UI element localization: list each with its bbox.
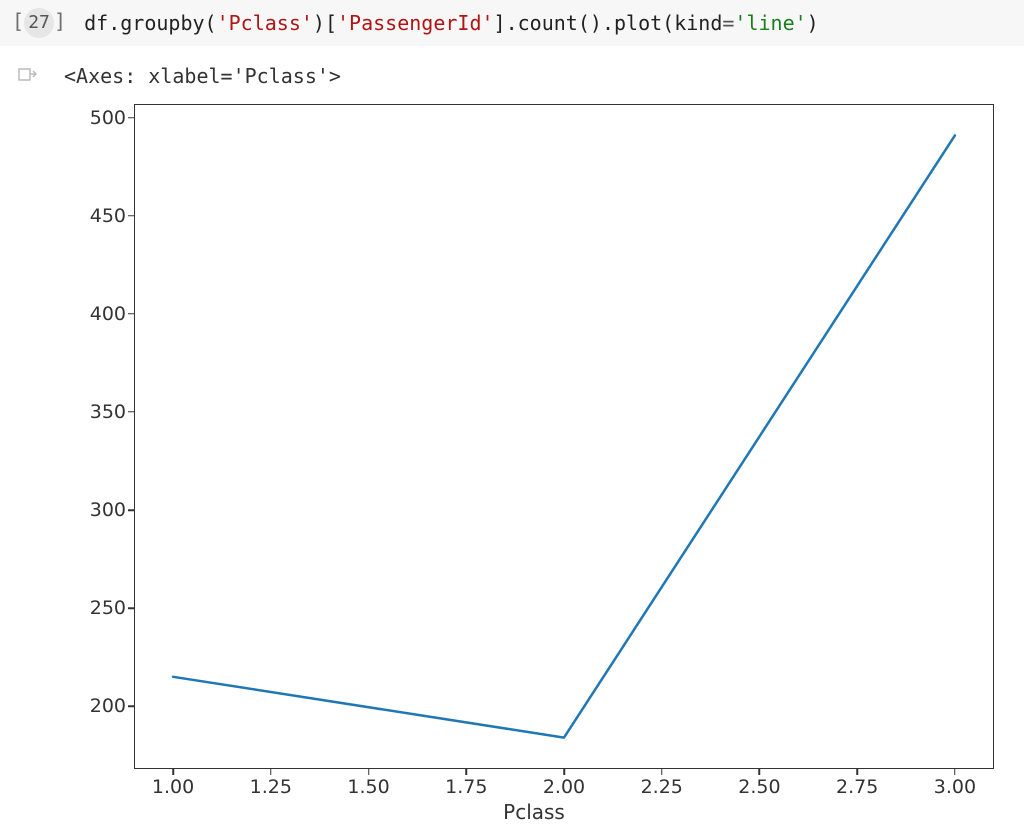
output-indicator-icon: [12, 64, 42, 86]
x-tick-mark: [563, 769, 565, 775]
x-tick-label: 1.00: [152, 776, 194, 798]
y-tick-mark: [128, 215, 134, 217]
data-line: [173, 135, 955, 737]
code-cell-output: <Axes: xlabel='Pclass'> Pclass 200 250 300…: [0, 46, 1024, 821]
x-tick-label: 2.25: [641, 776, 683, 798]
code-line[interactable]: df.groupby('Pclass')['PassengerId'].coun…: [84, 8, 819, 38]
y-tick-label: 350: [64, 401, 126, 423]
code-token: ): [807, 11, 819, 35]
x-tick-mark: [661, 769, 663, 775]
code-token: ].: [494, 11, 518, 35]
execution-count: [27]: [12, 8, 66, 38]
code-token: )[: [313, 11, 337, 35]
code-token: groupby: [120, 11, 204, 35]
code-cell-input[interactable]: [27] df.groupby('Pclass')['PassengerId']…: [0, 0, 1024, 46]
y-tick-label: 400: [64, 303, 126, 325]
y-tick-label: 200: [64, 695, 126, 717]
matplotlib-figure: Pclass 200 250 300 350 400 450 500 1.00 1.25 1.50…: [64, 96, 1004, 821]
x-tick-mark: [759, 769, 761, 775]
code-token: (: [662, 11, 674, 35]
code-token: (: [205, 11, 217, 35]
y-tick-mark: [128, 705, 134, 707]
x-tick-mark: [368, 769, 370, 775]
code-token: plot: [614, 11, 662, 35]
code-token: ().: [578, 11, 614, 35]
output-repr: <Axes: xlabel='Pclass'>: [64, 64, 1016, 88]
y-tick-label: 500: [64, 107, 126, 129]
y-tick-mark: [128, 509, 134, 511]
x-tick-label: 1.25: [250, 776, 292, 798]
x-tick-mark: [172, 769, 174, 775]
y-tick-mark: [128, 607, 134, 609]
y-tick-mark: [128, 411, 134, 413]
y-tick-mark: [128, 117, 134, 119]
code-token: .: [108, 11, 120, 35]
x-tick-label: 1.50: [347, 776, 389, 798]
x-tick-mark: [270, 769, 272, 775]
y-tick-label: 300: [64, 499, 126, 521]
x-tick-label: 2.50: [738, 776, 780, 798]
y-tick-mark: [128, 313, 134, 315]
code-token: count: [518, 11, 578, 35]
code-token: df: [84, 11, 108, 35]
plot-line-layer: [134, 104, 994, 769]
code-token: 'PassengerId': [337, 11, 494, 35]
code-token: 'line': [734, 11, 806, 35]
y-tick-label: 250: [64, 597, 126, 619]
x-tick-mark: [954, 769, 956, 775]
code-token: =: [722, 11, 734, 35]
x-axis-label: Pclass: [64, 800, 1004, 824]
x-tick-label: 2.75: [836, 776, 878, 798]
x-tick-mark: [466, 769, 468, 775]
x-tick-mark: [856, 769, 858, 775]
x-tick-label: 3.00: [934, 776, 976, 798]
x-tick-label: 1.75: [445, 776, 487, 798]
code-token: 'Pclass': [217, 11, 313, 35]
y-tick-label: 450: [64, 205, 126, 227]
code-token: kind: [674, 11, 722, 35]
exec-count-number: 27: [24, 8, 54, 38]
x-tick-label: 2.00: [543, 776, 585, 798]
